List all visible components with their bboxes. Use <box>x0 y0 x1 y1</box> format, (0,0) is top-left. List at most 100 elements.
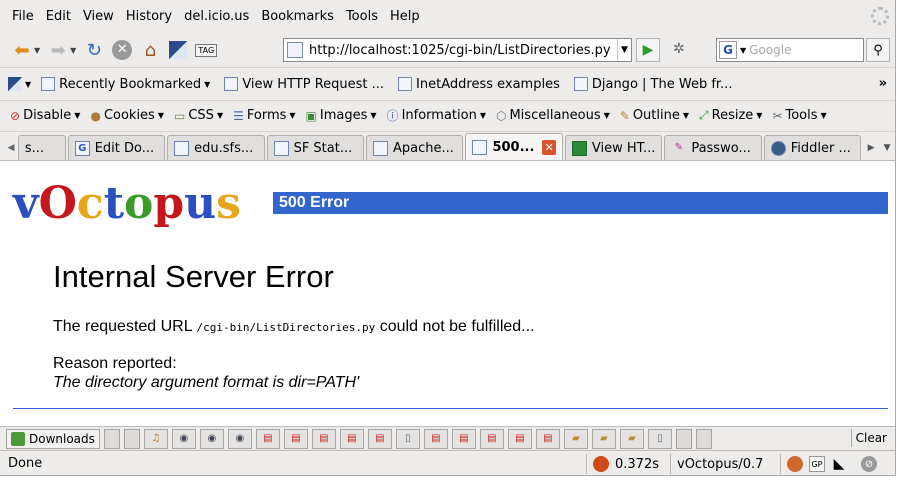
stop-button[interactable]: ✕ <box>108 36 136 64</box>
greasemonkey-icon[interactable] <box>787 456 803 472</box>
go-button[interactable]: ▶ <box>636 38 660 62</box>
dev-images-menu[interactable]: ▣ Images ▼ <box>306 108 377 123</box>
back-button[interactable]: ⬅ <box>8 36 36 64</box>
blank-download-icon[interactable] <box>123 428 140 449</box>
extension-icon[interactable]: ✲ <box>673 41 685 57</box>
tab-8[interactable]: Fiddler ... <box>763 135 862 160</box>
pdf-download-icon[interactable]: ▤ <box>451 428 476 449</box>
tab-scroll-left-icon[interactable]: ◀ <box>4 136 18 160</box>
gp-icon[interactable]: GP <box>809 456 825 472</box>
screen-grab-button[interactable] <box>164 36 192 64</box>
bookmark-view-http-request[interactable]: View HTTP Request ... <box>224 77 384 92</box>
menu-edit[interactable]: Edit <box>40 9 77 24</box>
download-bar: Downloads ♫ ◉ ◉ ◉ ▤ ▤ ▤ ▤ ▤ ▯ ▤ ▤ ▤ ▤ ▤ ▰ ▰ ▰ ▯ Clear <box>0 426 895 450</box>
menu-file[interactable]: File <box>6 9 40 24</box>
dev-resize-menu[interactable]: ⤢ Resize ▼ <box>699 108 762 123</box>
search-button[interactable]: ⚲ <box>866 38 890 62</box>
doc-download-icon[interactable]: ▯ <box>395 428 420 449</box>
dev-disable-menu[interactable]: ⊘ Disable ▼ <box>10 108 80 123</box>
home-button[interactable]: ⌂ <box>136 36 164 64</box>
bookmark-recently-bookmarked[interactable]: Recently Bookmarked ▼ <box>41 77 210 92</box>
tab-1[interactable]: G Edit Do... <box>67 135 166 160</box>
tab-2[interactable]: edu.sfs... <box>167 135 265 160</box>
close-tab-icon[interactable]: ✕ <box>542 139 556 155</box>
tab-6[interactable]: View HT... <box>564 135 663 160</box>
disable-icon: ⊘ <box>10 108 21 123</box>
bookmarks-overflow-chevron[interactable]: » <box>879 76 887 91</box>
menu-bar: File Edit View History del.icio.us Bookm… <box>0 0 895 33</box>
menu-bookmarks[interactable]: Bookmarks <box>255 9 340 24</box>
back-history-dropdown[interactable]: ▼ <box>34 46 40 55</box>
menu-help[interactable]: Help <box>384 9 426 24</box>
tag-button[interactable]: TAG <box>192 36 220 64</box>
folder-download-icon[interactable]: ▰ <box>619 428 644 449</box>
dev-forms-menu[interactable]: ☰ Forms ▼ <box>233 108 295 123</box>
tab-0[interactable]: s... <box>17 135 66 160</box>
magnifier-icon: ⚲ <box>873 42 883 58</box>
page-favicon-icon <box>287 42 303 58</box>
pdf-download-icon[interactable]: ▤ <box>339 428 364 449</box>
bookmarks-menu-button[interactable]: ▼ <box>8 77 31 91</box>
bookmark-django[interactable]: Django | The Web fr... <box>573 77 732 92</box>
dark-extension-icon[interactable]: ◣ <box>831 456 847 472</box>
folder-download-icon[interactable]: ▰ <box>563 428 588 449</box>
folder-download-icon[interactable]: ▰ <box>591 428 616 449</box>
pdf-download-icon[interactable]: ▤ <box>535 428 560 449</box>
search-engine-dropdown[interactable]: ▼ <box>740 46 746 55</box>
pdf-download-icon[interactable]: ▤ <box>311 428 336 449</box>
pdf-download-icon[interactable]: ▤ <box>367 428 392 449</box>
forward-history-dropdown[interactable]: ▼ <box>70 46 76 55</box>
search-input[interactable]: Google <box>749 43 791 57</box>
cookies-icon: ● <box>90 108 101 123</box>
music-download-icon[interactable]: ♫ <box>143 428 168 449</box>
search-box[interactable]: G ▼ Google <box>716 38 864 62</box>
dev-miscellaneous-menu[interactable]: ⬡ Miscellaneous ▼ <box>496 108 610 123</box>
blank-download-icon[interactable] <box>103 428 120 449</box>
tab-3[interactable]: SF Stat... <box>266 135 364 160</box>
dev-cookies-menu[interactable]: ● Cookies ▼ <box>90 108 164 123</box>
blank-download-icon[interactable] <box>675 428 692 449</box>
forward-button[interactable]: ➡ <box>44 36 72 64</box>
pdf-download-icon[interactable]: ▤ <box>255 428 280 449</box>
page-icon <box>224 77 239 91</box>
tab-list-dropdown-icon[interactable]: ▼ <box>879 136 895 160</box>
blank-download-icon[interactable] <box>695 428 712 449</box>
firebug-timing-panel[interactable]: 0.372s <box>586 454 664 474</box>
dev-css-menu[interactable]: ▭ CSS ▼ <box>174 108 223 123</box>
url-bar[interactable]: http://localhost:1025/cgi-bin/ListDirect… <box>283 38 632 62</box>
tab-scroll-right-icon[interactable]: ▶ <box>863 136 879 160</box>
requested-url-path: /cgi-bin/ListDirectories.py <box>196 321 376 334</box>
password-icon: ✎ <box>674 141 683 153</box>
tab-7[interactable]: ✎ Passwo... <box>664 135 762 160</box>
tools-icon: ✂ <box>772 108 783 123</box>
url-input[interactable]: http://localhost:1025/cgi-bin/ListDirect… <box>309 43 617 58</box>
media-download-icon[interactable]: ◉ <box>199 428 224 449</box>
pdf-download-icon[interactable]: ▤ <box>423 428 448 449</box>
bookmark-inetaddress[interactable]: InetAddress examples <box>398 77 560 92</box>
menu-view[interactable]: View <box>77 9 120 24</box>
doc-download-icon[interactable]: ▯ <box>647 428 672 449</box>
clear-downloads-button[interactable]: Clear <box>850 429 891 447</box>
menu-tools[interactable]: Tools <box>340 9 384 24</box>
disabled-extension-icon[interactable]: ⊘ <box>861 456 877 472</box>
error-message-prefix: The requested URL <box>53 318 197 335</box>
tab-5-active[interactable]: 500... ✕ <box>465 133 563 160</box>
media-download-icon[interactable]: ◉ <box>171 428 196 449</box>
dev-information-menu[interactable]: ⓘ Information ▼ <box>387 107 486 124</box>
dev-outline-menu[interactable]: ✎ Outline ▼ <box>620 108 689 123</box>
pdf-download-icon[interactable]: ▤ <box>507 428 532 449</box>
tab-4[interactable]: Apache... <box>366 135 464 160</box>
url-history-dropdown[interactable]: ▼ <box>617 39 631 61</box>
reload-button[interactable]: ↻ <box>80 36 108 64</box>
downloads-button[interactable]: Downloads <box>6 428 100 449</box>
pdf-download-icon[interactable]: ▤ <box>283 428 308 449</box>
dev-tools-menu[interactable]: ✂ Tools ▼ <box>772 108 826 123</box>
pdf-download-icon[interactable]: ▤ <box>479 428 504 449</box>
media-download-icon[interactable]: ◉ <box>227 428 252 449</box>
error-title: Internal Server Error <box>53 259 334 294</box>
logo-letter: O <box>38 178 77 229</box>
menu-delicious[interactable]: del.icio.us <box>178 9 255 24</box>
menu-history[interactable]: History <box>120 9 178 24</box>
status-bar: Done 0.372s vOctopus/0.7 GP ◣ ⊘ <box>0 450 895 475</box>
google-engine-icon[interactable]: G <box>719 41 737 59</box>
